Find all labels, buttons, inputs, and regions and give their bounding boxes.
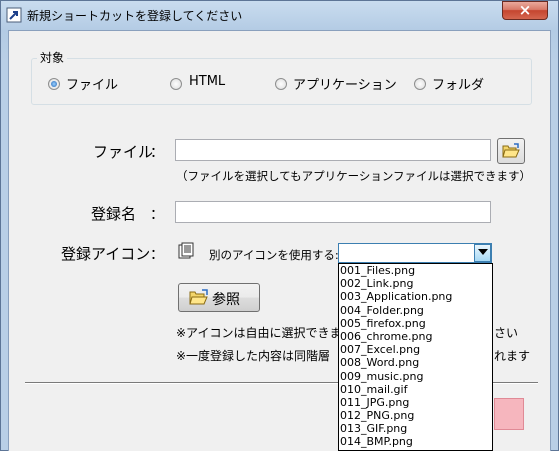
radio-file-label[interactable]: ファイル (66, 74, 118, 93)
radio-application[interactable] (275, 78, 287, 90)
close-button[interactable]: × (502, 1, 548, 20)
title-bar[interactable]: 新規ショートカットを登録してください × (0, 0, 559, 30)
close-icon: × (518, 1, 532, 19)
list-item[interactable]: 006_chrome.png (339, 330, 492, 343)
reference-button-label: 参照 (212, 292, 240, 308)
radio-file[interactable] (48, 78, 60, 90)
icon-label: 登録アイコン (61, 245, 151, 263)
list-item[interactable]: 002_Link.png (339, 277, 492, 290)
list-item[interactable]: 008_Word.png (339, 356, 492, 369)
chevron-down-icon (478, 249, 488, 255)
reference-button[interactable]: 参照 (178, 283, 260, 312)
name-label: 登録名 (91, 205, 137, 223)
list-item[interactable]: 013_GIF.png (339, 422, 492, 435)
open-folder-icon (502, 143, 520, 158)
window-title: 新規ショートカットを登録してください (27, 9, 243, 23)
file-colon: ： (150, 145, 164, 161)
note-line-2: ※一度登録した内容は同階層 (176, 349, 331, 363)
radio-folder[interactable] (414, 78, 426, 90)
file-path-input[interactable] (175, 139, 491, 161)
target-group-legend: 対象 (37, 49, 68, 66)
list-item[interactable]: 014_BMP.png (339, 435, 492, 448)
radio-application-label[interactable]: アプリケーション (293, 74, 397, 93)
list-item[interactable]: 001_Files.png (339, 264, 492, 277)
list-item[interactable]: 007_Excel.png (339, 343, 492, 356)
file-label: ファイル (93, 143, 154, 161)
name-colon: ： (150, 207, 164, 223)
note-line-1-tail: さい (494, 326, 519, 340)
list-item[interactable]: 003_Application.png (339, 290, 492, 303)
app-icon (6, 7, 22, 23)
list-item[interactable]: 004_Folder.png (339, 304, 492, 317)
icon-select[interactable] (338, 243, 492, 263)
radio-folder-label[interactable]: フォルダ (432, 74, 484, 93)
list-item[interactable]: 009_music.png (339, 370, 492, 383)
icon-select-dropdown-button[interactable] (474, 244, 491, 262)
radio-html-label[interactable]: HTML (189, 74, 225, 89)
name-input[interactable] (175, 201, 491, 223)
list-item[interactable]: 012_PNG.png (339, 409, 492, 422)
open-folder-icon (189, 289, 208, 305)
note-line-1: ※アイコンは自由に選択できます (176, 326, 354, 340)
list-item[interactable]: 010_mail.gif (339, 383, 492, 396)
note-line-2-tail: れます (494, 349, 531, 363)
radio-html[interactable] (170, 78, 182, 90)
icon-dropdown-list[interactable]: 001_Files.png 002_Link.png 003_Applicati… (338, 263, 493, 451)
document-icon (178, 242, 196, 263)
file-hint-text: （ファイルを選択してもアプリケーションファイルは選択できます） (176, 169, 532, 183)
list-item[interactable]: 005_firefox.png (339, 317, 492, 330)
icon-colon: ： (150, 247, 164, 263)
action-button[interactable] (494, 398, 524, 430)
list-item[interactable]: 011_JPG.png (339, 396, 492, 409)
use-other-icon-label: 別のアイコンを使用する: (209, 248, 339, 262)
file-browse-button[interactable] (497, 138, 525, 164)
